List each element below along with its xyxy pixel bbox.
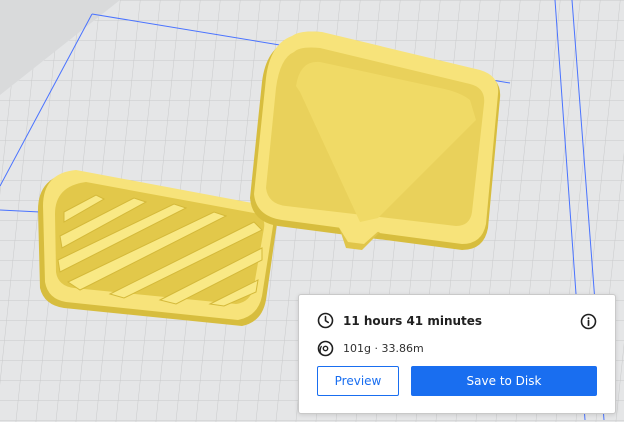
preview-button[interactable]: Preview <box>317 366 399 396</box>
clock-icon <box>317 312 334 329</box>
spool-icon <box>317 340 334 357</box>
info-icon[interactable] <box>580 313 597 330</box>
save-to-disk-button[interactable]: Save to Disk <box>411 366 597 396</box>
material-usage-text: 101g · 33.86m <box>343 342 424 355</box>
print-time-row: 11 hours 41 minutes <box>317 312 482 329</box>
material-usage-row: 101g · 33.86m <box>317 340 424 357</box>
print-summary-panel: 11 hours 41 minutes 101g · 33.86m Previe… <box>298 294 616 414</box>
print-time-text: 11 hours 41 minutes <box>343 313 483 328</box>
